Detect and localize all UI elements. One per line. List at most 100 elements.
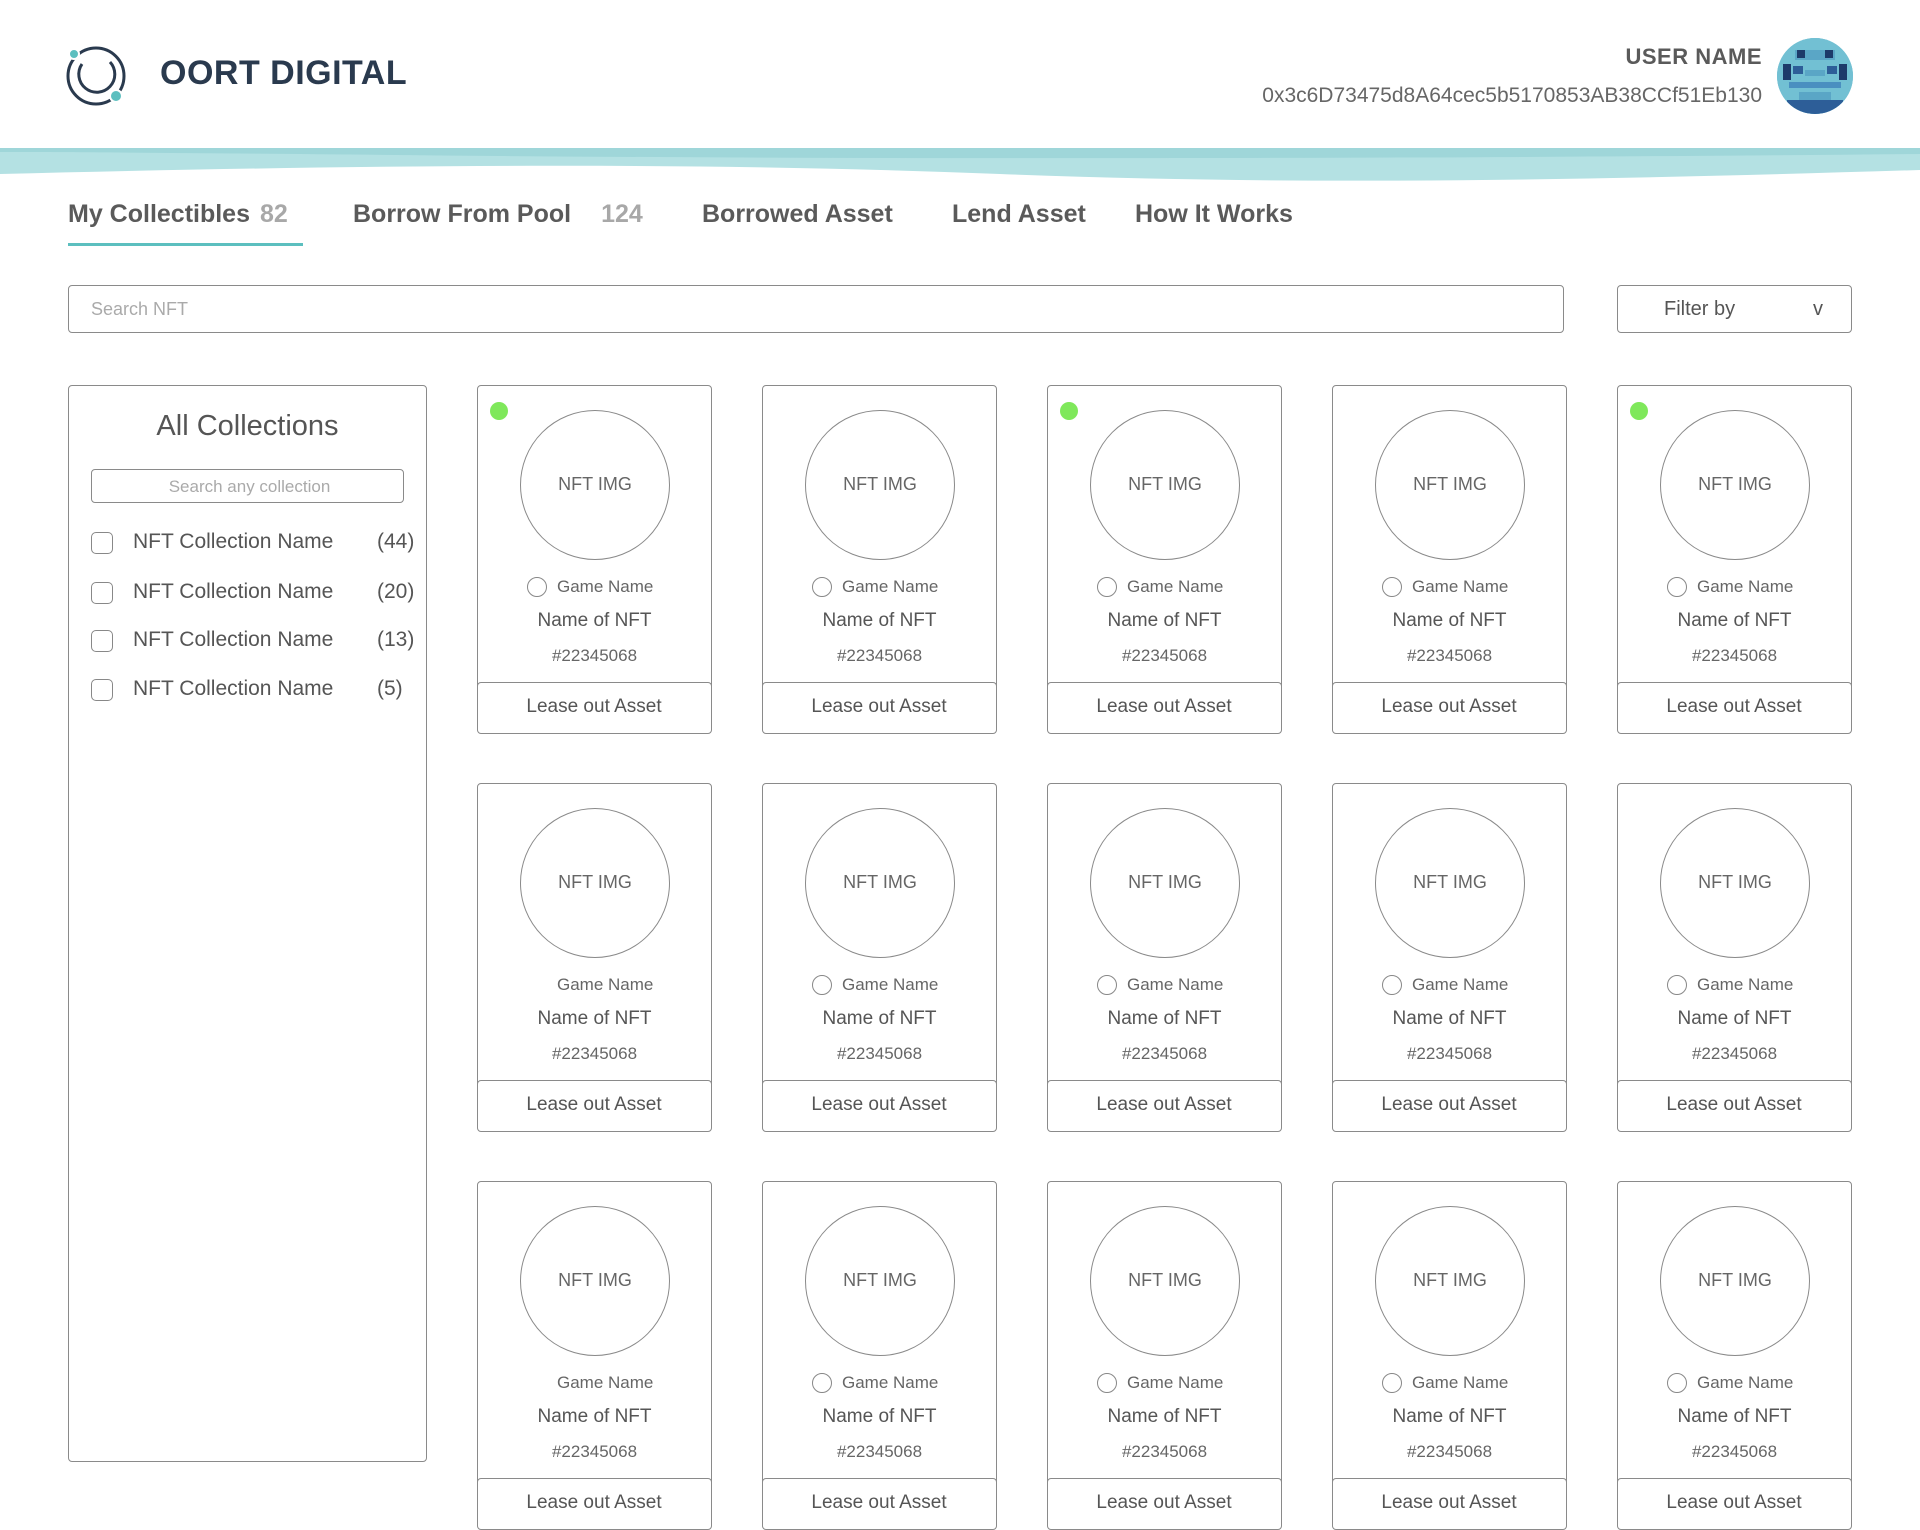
- user-avatar[interactable]: [1777, 38, 1853, 114]
- lease-out-button[interactable]: Lease out Asset: [476, 1478, 712, 1530]
- collection-filter-item[interactable]: NFT Collection Name (5): [91, 677, 411, 707]
- nft-image: NFT IMG: [1090, 1206, 1240, 1356]
- collections-sidebar: All Collections NFT Collection Name (44)…: [68, 385, 427, 1462]
- nft-name: Name of NFT: [1107, 1008, 1222, 1029]
- collection-search-input[interactable]: [92, 470, 407, 504]
- nft-image-label: NFT IMG: [1698, 1270, 1772, 1290]
- nft-id: #22345068: [1406, 1044, 1493, 1063]
- game-radio[interactable]: [1097, 577, 1117, 597]
- nft-card[interactable]: NFT IMG Game Name Name of NFT #22345068 Leas…: [476, 1181, 712, 1530]
- nft-card[interactable]: NFT IMG Game Name Name of NFT #22345068 Leas…: [1046, 783, 1282, 1132]
- lease-out-button[interactable]: Lease out Asset: [1331, 1478, 1567, 1530]
- tab-how-it-works[interactable]: How It Works: [1135, 200, 1293, 229]
- nft-image-label: NFT IMG: [558, 474, 632, 494]
- game-radio[interactable]: [1097, 1373, 1117, 1393]
- nft-id: #22345068: [836, 1442, 923, 1461]
- nft-card[interactable]: NFT IMG Game Name Name of NFT #22345068 Leas…: [476, 783, 712, 1132]
- game-name: Game Name: [842, 577, 939, 596]
- nft-image: NFT IMG: [805, 1206, 955, 1356]
- game-name: Game Name: [1127, 975, 1224, 994]
- lease-out-button[interactable]: Lease out Asset: [1616, 682, 1852, 734]
- collection-filter-item[interactable]: NFT Collection Name (44): [91, 530, 414, 560]
- collection-checkbox[interactable]: [91, 679, 113, 701]
- tab-borrowed-asset[interactable]: Borrowed Asset: [702, 200, 893, 229]
- game-radio[interactable]: [1382, 577, 1402, 597]
- game-radio[interactable]: [527, 577, 547, 597]
- nft-name: Name of NFT: [1677, 1406, 1792, 1427]
- nft-id: #22345068: [551, 646, 638, 665]
- lease-out-button[interactable]: Lease out Asset: [1331, 1080, 1567, 1132]
- lease-out-button[interactable]: Lease out Asset: [1046, 1080, 1282, 1132]
- lease-out-button[interactable]: Lease out Asset: [1046, 1478, 1282, 1530]
- nft-card[interactable]: NFT IMG Game Name Name of NFT #22345068 Leas…: [761, 1181, 997, 1530]
- tab-my-collectibles[interactable]: My Collectibles 82: [68, 200, 288, 229]
- nft-card[interactable]: NFT IMG Game Name Name of NFT #22345068 Leas…: [1616, 783, 1852, 1132]
- game-radio[interactable]: [1097, 975, 1117, 995]
- collection-checkbox[interactable]: [91, 532, 113, 554]
- game-radio[interactable]: [1667, 1373, 1687, 1393]
- nft-name: Name of NFT: [1107, 610, 1222, 631]
- nft-image-label: NFT IMG: [1128, 872, 1202, 892]
- tab-label: Lend Asset: [952, 200, 1086, 228]
- nft-name: Name of NFT: [1392, 1406, 1507, 1427]
- lease-out-button[interactable]: Lease out Asset: [761, 1478, 997, 1530]
- game-radio[interactable]: [1382, 975, 1402, 995]
- lease-out-button[interactable]: Lease out Asset: [476, 682, 712, 734]
- filter-dropdown[interactable]: Filter by v: [1617, 285, 1852, 333]
- nft-name: Name of NFT: [537, 610, 652, 631]
- nft-image-label: NFT IMG: [843, 872, 917, 892]
- game-radio[interactable]: [812, 577, 832, 597]
- nft-image-label: NFT IMG: [1698, 474, 1772, 494]
- nft-card[interactable]: NFT IMG Game Name Name of NFT #22345068 Leas…: [1616, 1181, 1852, 1530]
- pixel-avatar-icon: [1777, 38, 1853, 114]
- nft-card[interactable]: NFT IMG Game Name Name of NFT #22345068 Leas…: [1331, 783, 1567, 1132]
- nft-id: #22345068: [836, 646, 923, 665]
- nft-id: #22345068: [1406, 1442, 1493, 1461]
- collection-count: (13): [377, 628, 415, 651]
- nft-card[interactable]: NFT IMG Game Name Name of NFT #22345068 Leas…: [1046, 385, 1282, 734]
- nft-card[interactable]: NFT IMG Game Name Name of NFT #22345068 Leas…: [761, 385, 997, 734]
- search-nft-input[interactable]: [69, 286, 1563, 332]
- game-name: Game Name: [1697, 577, 1794, 596]
- nft-name: Name of NFT: [822, 1406, 937, 1427]
- nft-image-label: NFT IMG: [1128, 1270, 1202, 1290]
- nft-image: NFT IMG: [520, 1206, 670, 1356]
- lease-out-button[interactable]: Lease out Asset: [1616, 1478, 1852, 1530]
- game-radio[interactable]: [812, 1373, 832, 1393]
- lease-out-button[interactable]: Lease out Asset: [761, 1080, 997, 1132]
- nft-card[interactable]: NFT IMG Game Name Name of NFT #22345068 Leas…: [761, 783, 997, 1132]
- nft-image-label: NFT IMG: [1413, 1270, 1487, 1290]
- lease-out-button[interactable]: Lease out Asset: [1331, 682, 1567, 734]
- game-name: Game Name: [557, 577, 654, 596]
- tab-lend-asset[interactable]: Lend Asset: [952, 200, 1086, 229]
- game-radio[interactable]: [1382, 1373, 1402, 1393]
- nft-card[interactable]: NFT IMG Game Name Name of NFT #22345068 Leas…: [1046, 1181, 1282, 1530]
- nft-image-label: NFT IMG: [843, 1270, 917, 1290]
- nft-card[interactable]: NFT IMG Game Name Name of NFT #22345068 Leas…: [1616, 385, 1852, 734]
- nft-card[interactable]: NFT IMG Game Name Name of NFT #22345068 Leas…: [476, 385, 712, 734]
- lease-out-button[interactable]: Lease out Asset: [476, 1080, 712, 1132]
- game-radio[interactable]: [812, 975, 832, 995]
- nft-image: NFT IMG: [1660, 410, 1810, 560]
- nft-card[interactable]: NFT IMG Game Name Name of NFT #22345068 Leas…: [1331, 1181, 1567, 1530]
- game-name: Game Name: [1127, 577, 1224, 596]
- game-radio[interactable]: [1667, 975, 1687, 995]
- collection-filter-item[interactable]: NFT Collection Name (20): [91, 580, 414, 610]
- nft-name: Name of NFT: [822, 1008, 937, 1029]
- collection-filter-item[interactable]: NFT Collection Name (13): [91, 628, 415, 658]
- nft-id: #22345068: [1121, 1044, 1208, 1063]
- collection-checkbox[interactable]: [91, 582, 113, 604]
- game-radio[interactable]: [1667, 577, 1687, 597]
- tab-borrow-from-pool[interactable]: Borrow From Pool 124: [353, 200, 643, 229]
- nft-card[interactable]: NFT IMG Game Name Name of NFT #22345068 Leas…: [1331, 385, 1567, 734]
- collection-checkbox[interactable]: [91, 630, 113, 652]
- nft-image-label: NFT IMG: [558, 872, 632, 892]
- lease-out-button[interactable]: Lease out Asset: [1046, 682, 1282, 734]
- game-name: Game Name: [557, 1373, 654, 1392]
- collection-count: (5): [377, 677, 403, 700]
- nft-name: Name of NFT: [822, 610, 937, 631]
- lease-out-button[interactable]: Lease out Asset: [1616, 1080, 1852, 1132]
- game-name: Game Name: [1697, 975, 1794, 994]
- nft-id: #22345068: [1691, 1442, 1778, 1461]
- lease-out-button[interactable]: Lease out Asset: [761, 682, 997, 734]
